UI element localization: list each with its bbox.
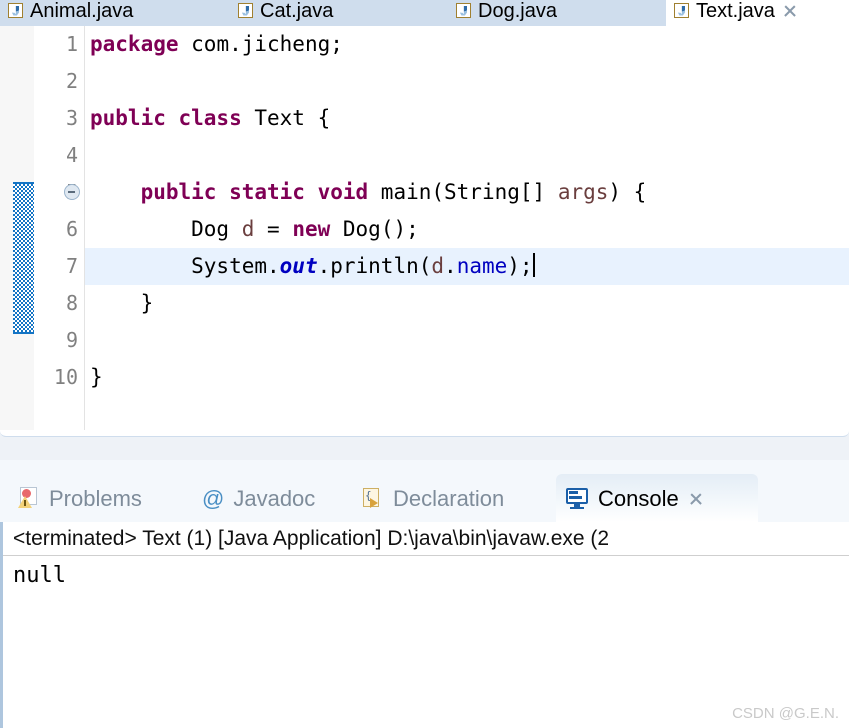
collapse-fold-icon[interactable] (64, 184, 80, 200)
editor-tab-label: Animal.java (30, 0, 134, 22)
declaration-icon: { (362, 487, 384, 509)
tab-label: Javadoc (233, 486, 316, 511)
tab-console[interactable]: Console (556, 474, 758, 522)
line-number-ruler: 1 2 3 4 5 6 7 8 9 10 (34, 26, 84, 430)
text-cursor (532, 253, 535, 277)
java-file-icon (238, 2, 253, 18)
java-file-icon (674, 2, 689, 18)
line-number: 10 (53, 365, 78, 389)
editor-tab-cat-java[interactable]: Cat.java (230, 0, 405, 26)
code-line[interactable] (85, 137, 849, 174)
java-file-icon (8, 2, 23, 18)
code-editor[interactable]: 1 2 3 4 5 6 7 8 9 10 package com.jicheng… (0, 26, 849, 456)
close-icon[interactable] (688, 491, 704, 507)
watermark: CSDN @G.E.N. (732, 705, 839, 722)
splitter-edge (0, 430, 849, 437)
line-number: 3 (65, 106, 78, 130)
editor-console-splitter[interactable] (0, 430, 849, 460)
bottom-view-tab-bar: Problems @ Javadoc { Declaration Console (0, 474, 849, 524)
editor-tab-dog-java[interactable]: Dog.java (448, 0, 628, 26)
code-line[interactable]: } (85, 359, 849, 396)
code-line[interactable]: public class Text { (85, 100, 849, 137)
tab-label: Problems (49, 486, 142, 511)
tab-declaration[interactable]: { Declaration (352, 474, 552, 522)
eclipse-ide-window: Animal.java Cat.java Dog.java Text.java … (0, 0, 849, 728)
line-number: 2 (65, 69, 78, 93)
editor-tab-label: Dog.java (478, 0, 557, 22)
tab-label: Declaration (393, 486, 505, 511)
java-file-icon (456, 2, 471, 18)
code-line[interactable]: Dog d = new Dog(); (85, 211, 849, 248)
code-line-current[interactable]: System.out.println(d.name); (85, 248, 849, 285)
editor-tab-text-java[interactable]: Text.java (666, 0, 849, 26)
line-number: 9 (65, 328, 78, 352)
line-number: 7 (65, 254, 78, 278)
tab-javadoc[interactable]: @ Javadoc (192, 474, 350, 522)
code-line[interactable] (85, 322, 849, 359)
console-launch-header: <terminated> Text (1) [Java Application]… (3, 522, 849, 556)
console-view[interactable]: <terminated> Text (1) [Java Application]… (0, 522, 849, 728)
editor-tab-label: Cat.java (260, 0, 334, 22)
line-number: 4 (65, 143, 78, 167)
editor-tab-animal-java[interactable]: Animal.java (0, 0, 215, 26)
tab-label: Console (598, 486, 679, 511)
code-line[interactable]: package com.jicheng; (85, 26, 849, 63)
console-output-text: null (13, 563, 66, 588)
tab-problems[interactable]: Problems (8, 474, 190, 522)
code-line[interactable]: public static void main(String[] args) { (85, 174, 849, 211)
line-number: 1 (65, 32, 78, 56)
close-icon[interactable] (782, 3, 798, 19)
editor-tab-label: Text.java (696, 0, 775, 22)
bottom-view-stack: Problems @ Javadoc { Declaration Console (0, 460, 849, 728)
code-text-area[interactable]: package com.jicheng; public class Text {… (85, 26, 849, 430)
code-line[interactable]: } (85, 285, 849, 322)
line-number: 6 (65, 217, 78, 241)
console-icon (566, 487, 589, 509)
editor-tab-bar: Animal.java Cat.java Dog.java Text.java (0, 0, 849, 26)
javadoc-at-icon: @ (202, 486, 225, 511)
annotation-ruler (0, 26, 14, 430)
problems-icon (18, 487, 40, 509)
code-line[interactable] (85, 63, 849, 100)
change-bar (13, 182, 34, 334)
line-number: 8 (65, 291, 78, 315)
